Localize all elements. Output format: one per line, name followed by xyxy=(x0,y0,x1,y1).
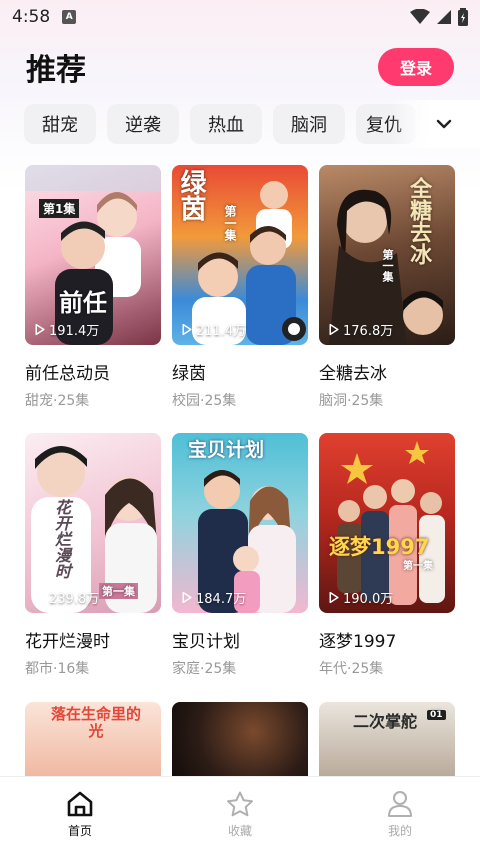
nav-favorites-label: 收藏 xyxy=(227,824,252,838)
drama-poster[interactable]: 宝贝计划 184.7万 xyxy=(172,433,308,613)
star-icon xyxy=(227,791,253,817)
drama-card[interactable]: 绿茵 第一集 211.4万 绿茵 校园·25集 xyxy=(172,165,308,410)
drama-poster[interactable]: 落在生命里的光 xyxy=(25,702,161,776)
poster-image xyxy=(319,433,455,613)
drama-meta: 都市·16集 xyxy=(25,661,90,677)
poster-episode-badge: 第一集 xyxy=(99,583,138,599)
drama-meta: 年代·25集 xyxy=(319,661,384,677)
drama-card[interactable]: 前任 第1集 191.4万 前任总动员 甜宠·25集 xyxy=(25,165,161,410)
poster-episode-badge: 第一集 xyxy=(403,561,433,572)
drama-card[interactable]: 全糖去冰 第一集 176.8万 全糖去冰 脑洞·25集 xyxy=(319,165,455,410)
drama-title: 前任总动员 xyxy=(25,364,110,384)
drama-title: 逐梦1997 xyxy=(319,632,397,652)
view-count-text: 176.8万 xyxy=(343,324,394,339)
drama-meta: 甜宠·25集 xyxy=(25,393,90,409)
drama-card[interactable]: 二次掌舵 01 xyxy=(319,702,455,776)
drama-card[interactable]: 花开烂漫时 第一集 239.8万 花开烂漫时 都市·16集 xyxy=(25,433,161,678)
drama-meta: 脑洞·25集 xyxy=(319,393,384,409)
view-count: 190.0万 xyxy=(327,588,393,607)
poster-episode-badge: 第一集 xyxy=(223,205,237,241)
nav-home[interactable]: 首页 xyxy=(25,790,135,839)
poster-title-art: 全糖去冰 xyxy=(406,177,432,265)
nav-profile[interactable]: 我的 xyxy=(345,790,455,839)
poster-image xyxy=(25,165,161,345)
drama-poster[interactable]: 绿茵 第一集 211.4万 xyxy=(172,165,308,345)
drama-title: 绿茵 xyxy=(172,364,206,384)
drama-card[interactable]: 落在生命里的光 xyxy=(25,702,161,776)
poster-title-art: 前任 xyxy=(59,289,107,317)
drama-grid: 前任 第1集 191.4万 前任总动员 甜宠·25集 绿茵 第一集 211.4万… xyxy=(0,0,480,852)
drama-poster[interactable]: 全糖去冰 第一集 176.8万 xyxy=(319,165,455,345)
drama-title: 宝贝计划 xyxy=(172,632,240,652)
view-count: 211.4万 xyxy=(180,320,246,339)
poster-image xyxy=(172,702,308,776)
poster-image xyxy=(25,433,161,613)
poster-figures xyxy=(31,446,157,613)
view-count: 176.8万 xyxy=(327,320,393,339)
poster-episode-badge: 01 xyxy=(427,710,446,720)
poster-figures xyxy=(25,165,161,345)
view-count-text: 211.4万 xyxy=(196,324,247,339)
drama-poster[interactable]: 二次掌舵 01 xyxy=(319,702,455,776)
play-icon xyxy=(329,591,339,604)
view-count-text: 239.8万 xyxy=(49,592,100,607)
drama-card[interactable] xyxy=(172,702,308,776)
drama-card[interactable]: 逐梦1997 第一集 190.0万 逐梦1997 年代·25集 xyxy=(319,433,455,678)
home-icon xyxy=(67,791,93,817)
drama-meta: 家庭·25集 xyxy=(172,661,237,677)
view-count: 239.8万 xyxy=(33,588,99,607)
drama-title: 全糖去冰 xyxy=(319,364,387,384)
drama-poster[interactable] xyxy=(172,702,308,776)
view-count: 191.4万 xyxy=(33,320,99,339)
drama-card[interactable]: 宝贝计划 184.7万 宝贝计划 家庭·25集 xyxy=(172,433,308,678)
drama-poster[interactable]: 逐梦1997 第一集 190.0万 xyxy=(319,433,455,613)
poster-figures xyxy=(337,441,445,605)
play-icon xyxy=(35,591,45,604)
user-icon xyxy=(388,791,412,817)
poster-episode-badge: 第1集 xyxy=(39,199,80,218)
nav-favorites[interactable]: 收藏 xyxy=(185,790,295,839)
view-count-text: 191.4万 xyxy=(49,324,100,339)
nav-profile-label: 我的 xyxy=(387,824,412,838)
drama-poster[interactable]: 花开烂漫时 第一集 239.8万 xyxy=(25,433,161,613)
drama-meta: 校园·25集 xyxy=(172,393,237,409)
poster-episode-badge: 第一集 xyxy=(381,249,394,282)
drama-title: 花开烂漫时 xyxy=(25,632,110,652)
poster-title-art: 二次掌舵 xyxy=(353,712,418,731)
nav-home-label: 首页 xyxy=(67,824,92,838)
view-count-text: 184.7万 xyxy=(196,592,247,607)
poster-title-art: 宝贝计划 xyxy=(188,439,265,461)
play-icon xyxy=(329,323,339,336)
poster-title-art: 绿茵 xyxy=(176,169,206,221)
drama-poster[interactable]: 前任 第1集 191.4万 xyxy=(25,165,161,345)
play-icon xyxy=(182,591,192,604)
play-icon xyxy=(182,323,192,336)
play-icon xyxy=(35,323,45,336)
view-count-text: 190.0万 xyxy=(343,592,394,607)
poster-title-art: 花开烂漫时 xyxy=(52,499,71,579)
view-count: 184.7万 xyxy=(180,588,246,607)
bottom-nav: 首页 收藏 我的 xyxy=(0,776,480,852)
poster-title-art: 落在生命里的光 xyxy=(51,705,142,741)
